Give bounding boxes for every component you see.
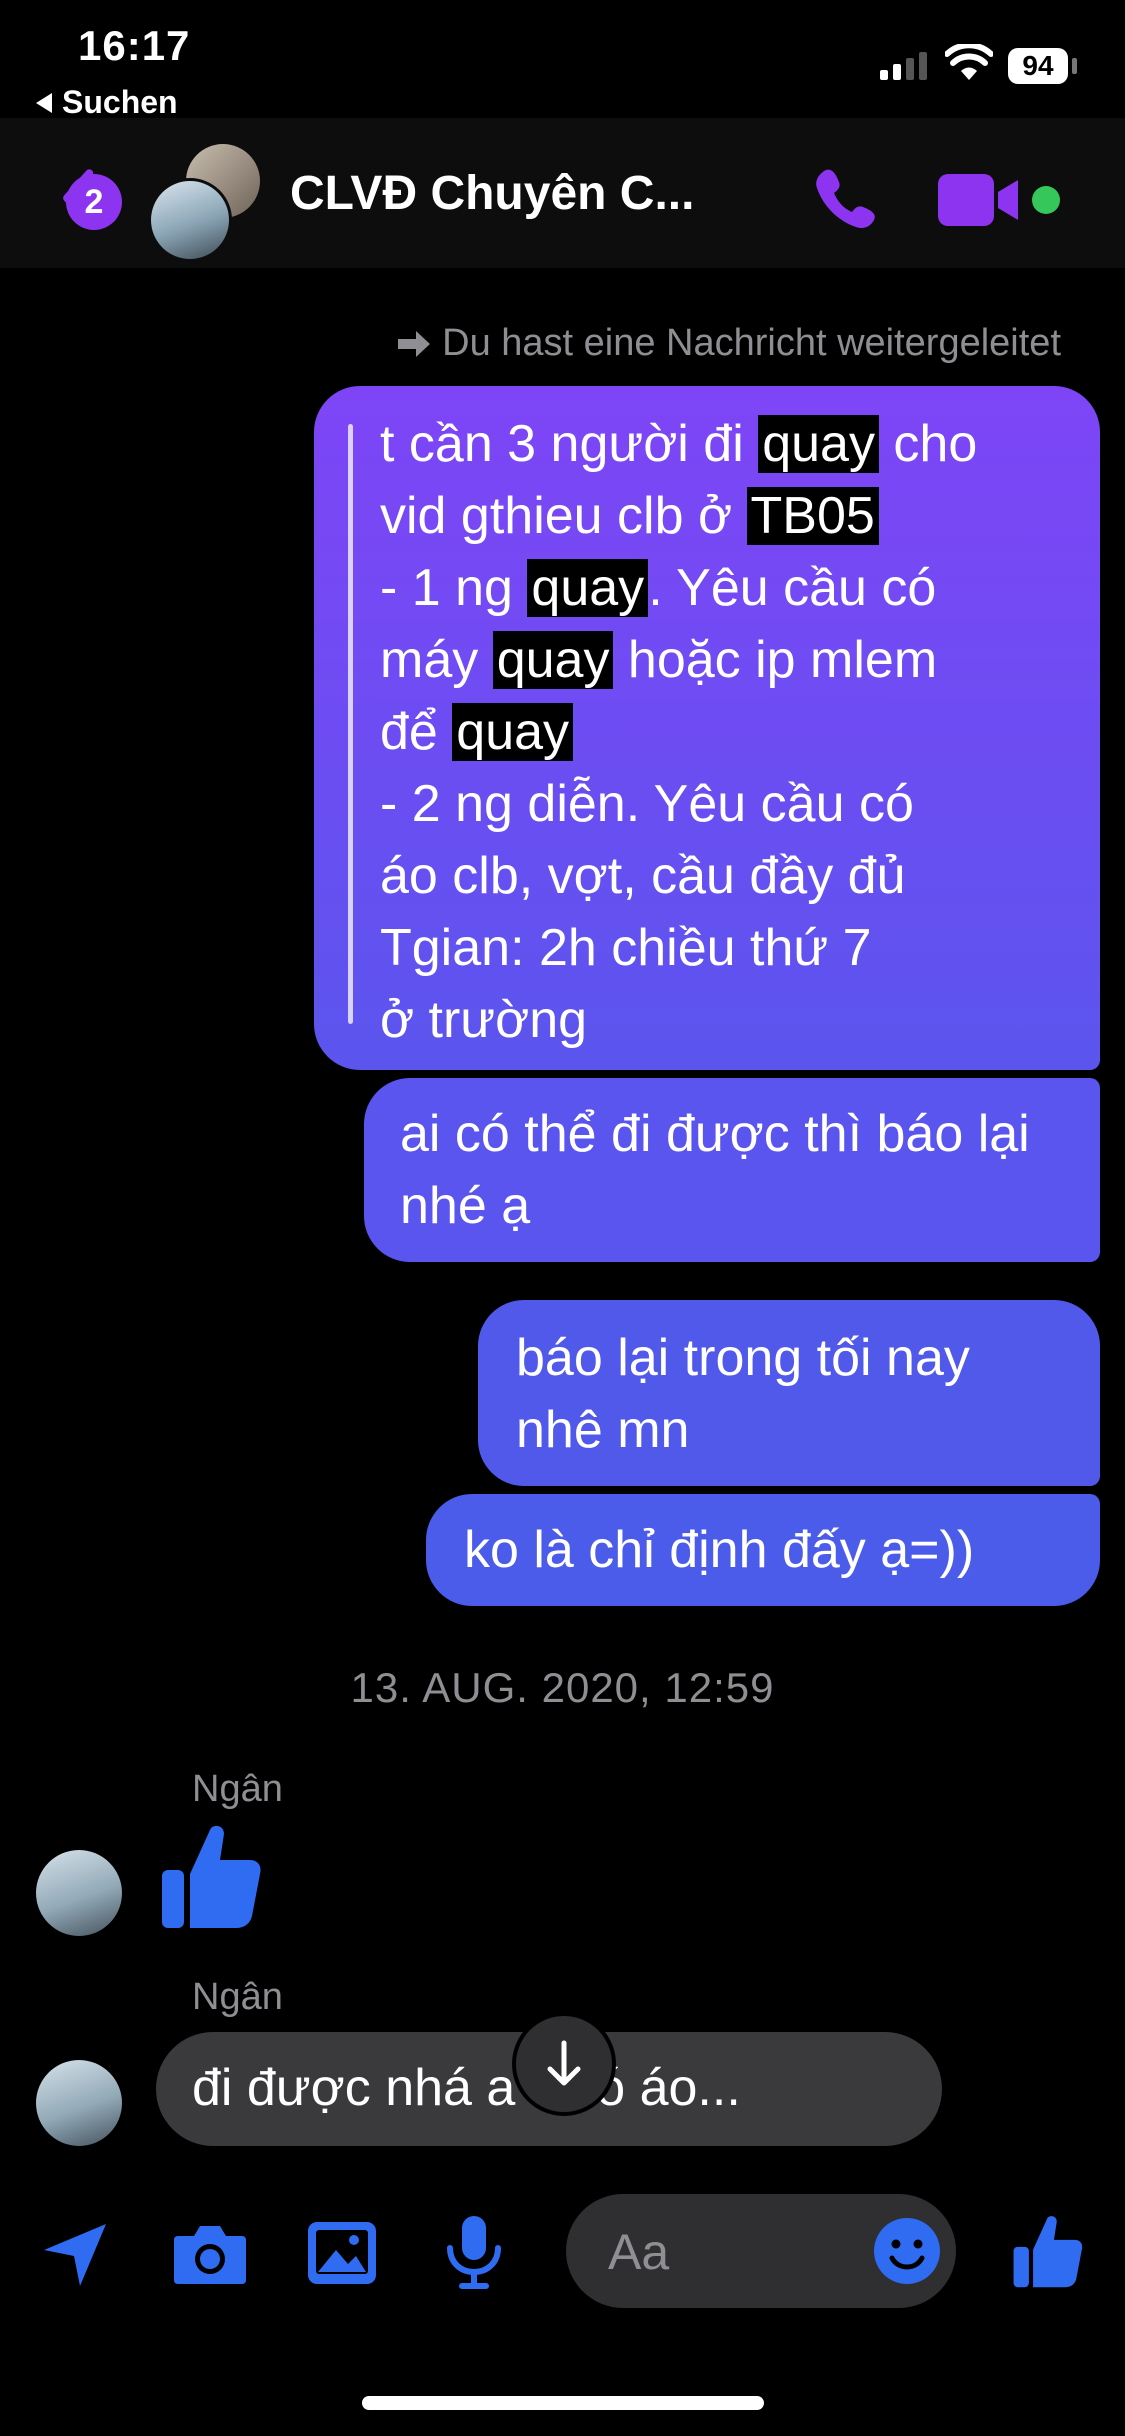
outgoing-message[interactable]: ko là chỉ định đấy ạ=)) bbox=[426, 1494, 1100, 1606]
gallery-icon[interactable] bbox=[306, 2220, 378, 2286]
group-avatar-primary[interactable] bbox=[148, 178, 232, 262]
cellular-signal-icon bbox=[880, 52, 927, 80]
forwarded-line: ở trường bbox=[380, 991, 588, 1049]
search-highlight: TB05 bbox=[746, 487, 879, 545]
forwarded-line: - 1 ng quay. Yêu cầu có bbox=[380, 559, 937, 617]
sender-name: Ngân bbox=[192, 1768, 283, 1810]
home-indicator[interactable] bbox=[362, 2396, 764, 2410]
search-highlight: quay bbox=[492, 631, 614, 689]
message-input-container[interactable] bbox=[566, 2194, 956, 2310]
sender-avatar[interactable] bbox=[36, 2060, 122, 2146]
unread-badge[interactable]: 2 bbox=[66, 174, 122, 230]
send-location-icon[interactable] bbox=[40, 2220, 110, 2290]
outgoing-message[interactable]: ai có thể đi được thì báo lại nhé ạ bbox=[364, 1078, 1100, 1262]
forwarded-line: máy quay hoặc ip mlem bbox=[380, 631, 938, 689]
thumbs-up-icon[interactable] bbox=[158, 1820, 262, 1932]
online-status-dot bbox=[1032, 186, 1060, 214]
battery-tip bbox=[1072, 58, 1077, 74]
forwarded-line: Tgian: 2h chiều thứ 7 bbox=[380, 919, 872, 977]
video-icon[interactable] bbox=[936, 172, 1026, 228]
back-to-app-link[interactable]: Suchen bbox=[36, 84, 178, 121]
phone-icon[interactable] bbox=[812, 164, 880, 232]
arrow-down-icon bbox=[547, 2040, 581, 2086]
search-highlight: quay bbox=[452, 703, 574, 761]
quote-bar bbox=[348, 424, 353, 1024]
forward-note: Du hast eine Nachricht weitergeleitet bbox=[396, 322, 1061, 365]
conversation-title[interactable]: CLVĐ Chuyên C... bbox=[290, 166, 694, 221]
emoji-icon[interactable] bbox=[872, 2216, 942, 2286]
scroll-to-bottom-button[interactable] bbox=[516, 2016, 612, 2112]
battery-indicator: 94 bbox=[1008, 48, 1068, 84]
microphone-icon[interactable] bbox=[444, 2214, 504, 2290]
forwarded-message-bubble[interactable]: t cần 3 người đi quay cho vid gthieu clb… bbox=[314, 386, 1100, 1070]
forwarded-line: áo clb, vợt, cầu đầy đủ bbox=[380, 847, 906, 905]
status-time: 16:17 bbox=[78, 22, 191, 69]
search-highlight: quay bbox=[758, 415, 879, 473]
thumbs-up-icon[interactable] bbox=[1010, 2212, 1084, 2290]
outgoing-message[interactable]: báo lại trong tối nay nhê mn bbox=[478, 1300, 1100, 1486]
sender-avatar[interactable] bbox=[36, 1850, 122, 1936]
camera-icon[interactable] bbox=[172, 2222, 248, 2286]
forwarded-line: để quay bbox=[380, 696, 1070, 768]
forward-arrow-icon bbox=[398, 330, 431, 357]
message-input[interactable] bbox=[606, 2194, 860, 2310]
back-app-label: Suchen bbox=[62, 84, 178, 120]
message-timestamp: 13. AUG. 2020, 12:59 bbox=[350, 1664, 775, 1711]
search-highlight: quay bbox=[527, 559, 649, 617]
forwarded-line: vid gthieu clb ở TB05 bbox=[380, 480, 1070, 552]
wifi-icon bbox=[945, 44, 993, 80]
sender-name: Ngân bbox=[192, 1976, 283, 2018]
forwarded-line: - 2 ng diễn. Yêu cầu có bbox=[380, 775, 914, 833]
forward-note-text: Du hast eine Nachricht weitergeleitet bbox=[442, 322, 1061, 364]
back-triangle-icon bbox=[36, 92, 52, 113]
forwarded-line: t cần 3 người đi quay cho bbox=[380, 415, 978, 473]
